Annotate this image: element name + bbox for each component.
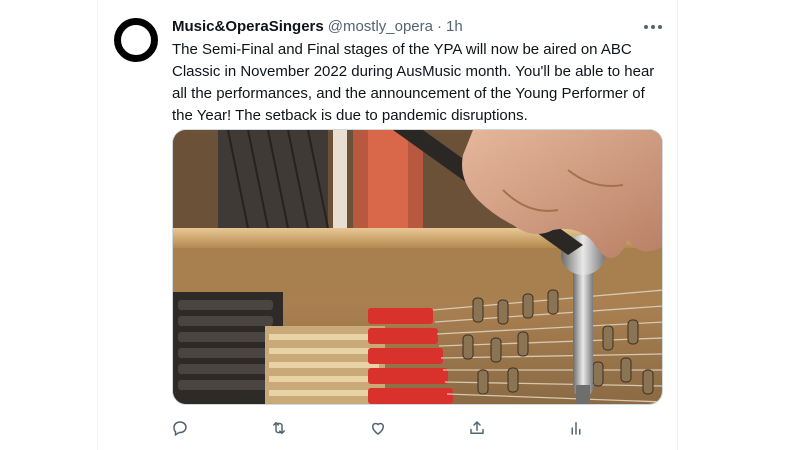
share-icon (470, 421, 484, 434)
page: Music&OperaSingers @mostly_opera · 1h Th… (0, 0, 799, 450)
tweet-timestamp[interactable]: 1h (446, 17, 463, 37)
avatar[interactable] (114, 18, 158, 62)
more-options-button[interactable] (638, 14, 668, 40)
tweet-card[interactable]: Music&OperaSingers @mostly_opera · 1h Th… (97, 0, 678, 450)
like-button[interactable] (364, 414, 392, 442)
reply-button[interactable] (166, 414, 194, 442)
tweet-text: The Semi-Final and Final stages of the Y… (172, 41, 655, 124)
piano-tuning-photo (173, 130, 662, 404)
tweet-photo[interactable] (172, 129, 663, 405)
heart-icon (371, 422, 385, 435)
retweet-icon (273, 422, 285, 434)
author-display-name[interactable]: Music&OperaSingers (172, 17, 324, 37)
share-button[interactable] (463, 414, 491, 442)
separator-dot: · (437, 18, 442, 35)
analytics-icon (571, 422, 581, 435)
more-horizontal-icon (644, 25, 662, 29)
tweet-actions (172, 414, 592, 442)
retweet-button[interactable] (265, 414, 293, 442)
analytics-button[interactable] (562, 414, 590, 442)
reply-icon (173, 421, 187, 437)
tweet-header: Music&OperaSingers @mostly_opera · 1h (172, 16, 463, 38)
author-handle[interactable]: @mostly_opera (328, 17, 433, 37)
